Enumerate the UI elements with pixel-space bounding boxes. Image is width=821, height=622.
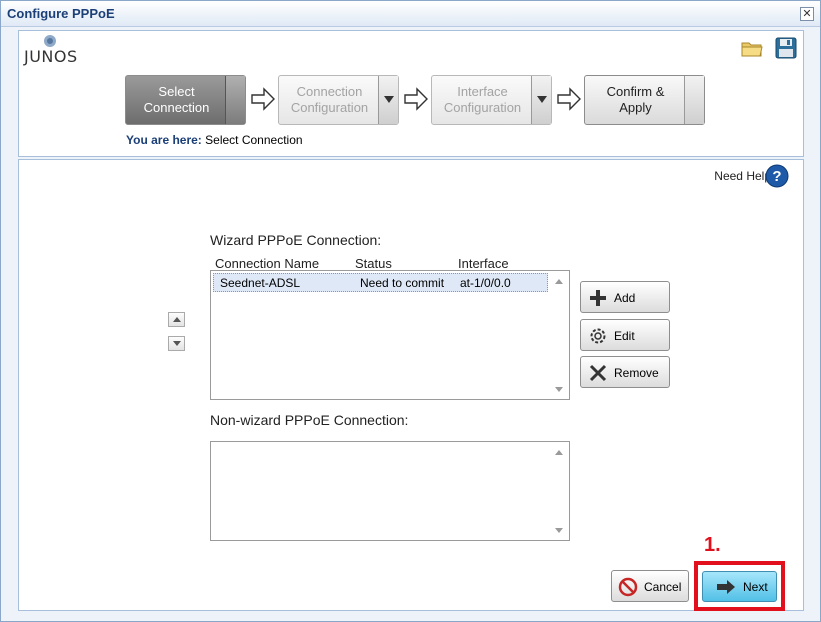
need-help-label[interactable]: Need Help [714,169,771,183]
close-button[interactable]: ✕ [800,7,814,21]
add-button-label: Add [614,291,636,305]
remove-button[interactable]: Remove [580,356,670,388]
floppy-disk-icon[interactable] [775,37,797,59]
step-label-line2: Configuration [290,100,369,115]
step-dropdown [225,76,245,124]
scrollbar[interactable] [551,273,567,397]
non-wizard-connections-label: Non-wizard PPPoE Connection: [210,412,409,428]
help-question-icon[interactable]: ? [765,164,789,188]
arrow-right-icon [717,580,735,594]
step-label-line1: Connection [296,84,363,99]
step-select-connection[interactable]: Select Connection [125,75,246,125]
junos-logo: JUNOS [24,33,78,67]
scroll-down-icon[interactable] [555,387,563,392]
cell-interface: at-1/0/0.0 [460,276,511,290]
plus-icon [590,290,606,306]
add-button[interactable]: Add [580,281,670,313]
edit-button-label: Edit [614,329,635,343]
non-wizard-connections-list[interactable] [210,441,570,541]
step-label-line1: Interface [457,84,508,99]
move-down-button[interactable] [168,336,185,351]
svg-text:?: ? [772,168,781,185]
cancel-icon [618,577,638,597]
step-arrow-icon [404,87,428,111]
chevron-down-icon [384,96,394,103]
main-panel: Need Help ? Wizard PPPoE Connection: Con… [18,159,804,611]
step-dropdown-button[interactable] [378,76,398,124]
table-row[interactable]: Seednet-ADSL Need to commit at-1/0/0.0 [213,273,548,292]
step-arrow-icon [251,87,275,111]
step-arrow-icon [557,87,581,111]
wizard-connections-label: Wizard PPPoE Connection: [210,232,382,248]
step-label-line2: Connection [143,100,210,115]
move-up-button[interactable] [168,312,185,327]
configure-pppoe-dialog: Configure PPPoE ✕ JUNOS Select Connectio… [0,0,821,622]
annotation-step-number: 1. [704,534,721,556]
folder-icon[interactable] [741,39,763,57]
step-label-line2: Apply [619,100,652,115]
remove-button-label: Remove [614,366,659,380]
cancel-button[interactable]: Cancel [611,570,689,602]
gear-icon [590,328,606,344]
step-label-line1: Confirm & [606,84,665,99]
step-interface-configuration[interactable]: Interface Configuration [431,75,552,125]
chevron-down-icon [537,96,547,103]
next-button-label: Next [743,580,768,594]
cell-connection-name: Seednet-ADSL [220,276,301,290]
triangle-up-icon [173,317,181,322]
breadcrumb-label: You are here: [126,133,202,147]
breadcrumb: You are here: Select Connection [126,133,303,147]
cancel-button-label: Cancel [644,580,682,594]
triangle-down-icon [173,341,181,346]
step-dropdown [684,76,704,124]
scroll-down-icon[interactable] [555,528,563,533]
scroll-up-icon[interactable] [555,450,563,455]
column-header-status[interactable]: Status [355,256,392,271]
next-button[interactable]: Next [702,571,777,602]
scroll-up-icon[interactable] [555,279,563,284]
dialog-title: Configure PPPoE [7,6,115,21]
column-header-name[interactable]: Connection Name [215,256,319,271]
step-confirm-apply[interactable]: Confirm & Apply [584,75,705,125]
wizard-header-panel: JUNOS Select Connection Connection Confi… [18,30,804,157]
x-icon [589,364,607,382]
title-bar: Configure PPPoE ✕ [1,1,820,27]
column-header-interface[interactable]: Interface [458,256,509,271]
breadcrumb-value: Select Connection [205,133,303,147]
step-label-line2: Configuration [443,100,522,115]
edit-button[interactable]: Edit [580,319,670,351]
step-label-line1: Select [158,84,195,99]
step-dropdown-button[interactable] [531,76,551,124]
cell-status: Need to commit [360,276,445,290]
wizard-connections-list[interactable]: Seednet-ADSL Need to commit at-1/0/0.0 [210,270,570,400]
step-connection-configuration[interactable]: Connection Configuration [278,75,399,125]
scrollbar[interactable] [551,444,567,538]
logo-text: JUNOS [24,47,78,66]
